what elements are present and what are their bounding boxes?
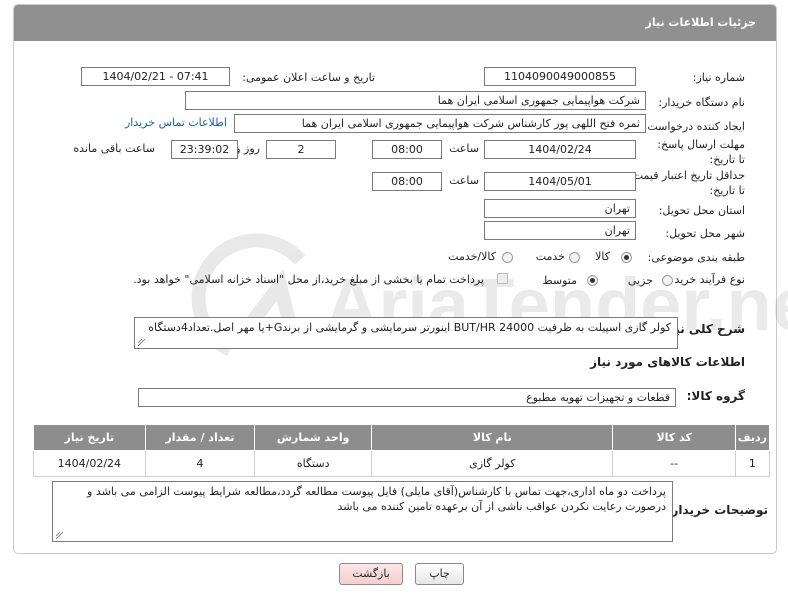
table-header-row: ردیف کد کالا نام کالا واحد شمارش تعداد /… xyxy=(33,424,771,451)
resize-grip-icon[interactable] xyxy=(56,532,63,539)
purchase-medium-radio[interactable] xyxy=(587,275,598,286)
table-row[interactable]: 1 -- کولر گازی دستگاه 4 1404/02/24 xyxy=(33,450,771,477)
buyer-org-field[interactable]: شرکت هواپیمایی جمهوری اسلامی ایران هما xyxy=(185,91,646,110)
col-row-header: ردیف xyxy=(734,424,771,451)
goods-info-heading: اطلاعات کالاهای مورد نیاز xyxy=(590,355,745,369)
validity-time-field[interactable]: 08:00 xyxy=(372,172,442,191)
category-goods-label: کالا xyxy=(595,250,610,263)
province-label: استان محل تحویل: xyxy=(658,204,745,217)
cell-unit: دستگاه xyxy=(254,450,373,477)
need-number-field[interactable]: 1104090049000855 xyxy=(484,67,636,86)
goods-table: ردیف کد کالا نام کالا واحد شمارش تعداد /… xyxy=(33,424,771,477)
announce-datetime-label: تاریخ و ساعت اعلان عمومی: xyxy=(242,71,375,84)
treasury-checkbox[interactable] xyxy=(497,273,508,284)
buyer-contact-link[interactable]: اطلاعات تماس خریدار xyxy=(125,116,227,129)
remaining-time-field[interactable]: 23:39:02 xyxy=(171,140,238,159)
print-button[interactable]: چاپ xyxy=(415,563,464,585)
resize-grip-icon[interactable] xyxy=(138,339,145,346)
category-label: طبقه بندی موضوعی: xyxy=(647,251,745,264)
category-goods-radio[interactable] xyxy=(621,252,632,263)
purchase-medium-label: متوسط xyxy=(542,274,577,287)
requester-field[interactable]: ثمره فتح اللهی پور کارشناس شرکت هواپیمای… xyxy=(234,114,646,133)
cell-qty: 4 xyxy=(144,450,256,477)
col-code-header: کد کالا xyxy=(612,424,736,451)
validity-date-field[interactable]: 1404/05/01 xyxy=(484,172,636,191)
col-date-header: تاریخ نیاز xyxy=(33,424,146,451)
buyer-notes-label: توضیحات خریدار: xyxy=(666,503,768,517)
category-service-radio[interactable] xyxy=(569,252,580,263)
validity-time-label: ساعت xyxy=(449,174,479,187)
reply-days-field[interactable]: 2 xyxy=(266,140,336,159)
category-service-label: خدمت xyxy=(535,250,565,263)
reply-date-field[interactable]: 1404/02/24 xyxy=(484,140,636,159)
reply-deadline-label: مهلت ارسال پاسخ: تا تاریخ: xyxy=(657,138,745,166)
city-label: شهر محل تحویل: xyxy=(665,227,745,240)
category-goods-service-label: کالا/خدمت xyxy=(448,250,496,263)
cell-name: کولر گازی xyxy=(371,450,614,477)
remaining-label: ساعت باقی مانده xyxy=(73,142,155,155)
reply-time-field[interactable]: 08:00 xyxy=(372,140,442,159)
panel-title: جزئیات اطلاعات نیاز xyxy=(645,16,757,29)
buyer-notes-text: پرداخت دو ماه اداری،جهت تماس با کارشناس(… xyxy=(87,485,666,513)
category-goods-service-radio[interactable] xyxy=(502,252,513,263)
announce-datetime-field[interactable]: 1404/02/21 - 07:41 xyxy=(81,67,230,86)
panel-header: جزئیات اطلاعات نیاز xyxy=(14,5,776,41)
cell-date: 1404/02/24 xyxy=(33,450,146,477)
reply-time-label: ساعت xyxy=(449,142,479,155)
back-button[interactable]: بازگشت xyxy=(339,563,403,585)
days-and-label: روز و xyxy=(235,142,260,155)
purchase-minor-radio[interactable] xyxy=(662,275,673,286)
cell-code: -- xyxy=(612,450,736,477)
province-field[interactable]: تهران xyxy=(484,199,636,218)
goods-group-field[interactable]: قطعات و تجهیزات تهویه مطبوع xyxy=(138,388,676,407)
treasury-note: پرداخت تمام یا بخشی از مبلغ خرید،از محل … xyxy=(133,273,484,286)
buyer-notes-textarea[interactable]: پرداخت دو ماه اداری،جهت تماس با کارشناس(… xyxy=(52,481,673,542)
goods-group-label: گروه کالا: xyxy=(686,389,745,403)
city-field[interactable]: تهران xyxy=(484,221,636,240)
col-qty-header: تعداد / مقدار xyxy=(144,424,256,451)
summary-textarea[interactable]: کولر گازی اسپیلت به ظرفیت BUT/HR 24000 ا… xyxy=(134,317,678,349)
cell-row: 1 xyxy=(734,450,771,477)
need-number-label: شماره نیاز: xyxy=(692,71,745,84)
purchase-type-label: نوع فرآیند خرید : xyxy=(667,273,745,286)
requester-label: ایجاد کننده درخواست: xyxy=(643,120,745,133)
col-name-header: نام کالا xyxy=(371,424,614,451)
price-validity-label: حداقل تاریخ اعتبار قیمت: تا تاریخ: xyxy=(629,169,745,197)
col-unit-header: واحد شمارش xyxy=(254,424,373,451)
buyer-org-label: نام دستگاه خریدار: xyxy=(658,96,745,109)
purchase-minor-label: جزیی xyxy=(627,274,653,287)
summary-text: کولر گازی اسپیلت به ظرفیت BUT/HR 24000 ا… xyxy=(148,321,671,334)
